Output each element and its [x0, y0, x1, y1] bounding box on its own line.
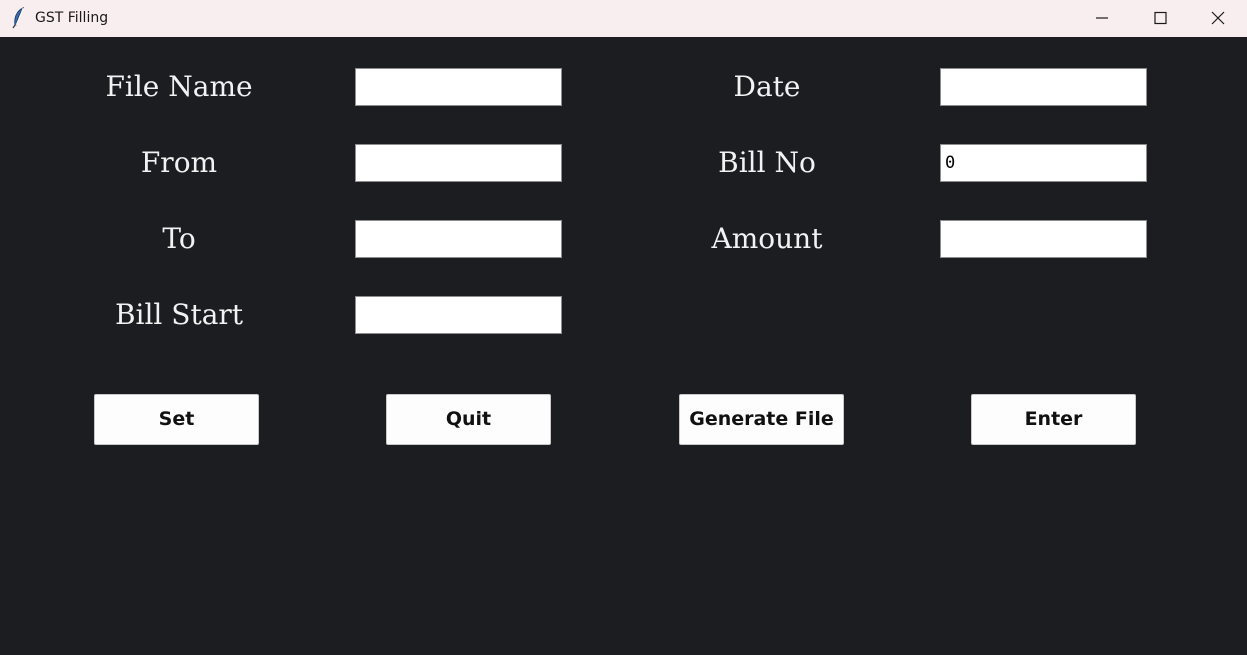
- minimize-icon: [1096, 17, 1108, 19]
- form-area: File Name From To Bill Start Date Bill N…: [0, 37, 1247, 655]
- bill-no-input[interactable]: 0: [940, 144, 1147, 182]
- maximize-button[interactable]: [1132, 0, 1188, 37]
- file-name-input[interactable]: [355, 68, 562, 106]
- close-icon: [1211, 11, 1225, 25]
- date-input[interactable]: [940, 68, 1147, 106]
- window-title: GST Filling: [35, 10, 109, 26]
- amount-input[interactable]: [940, 220, 1147, 258]
- maximize-icon: [1154, 11, 1167, 25]
- enter-button[interactable]: Enter: [971, 394, 1136, 445]
- close-button[interactable]: [1190, 0, 1246, 37]
- generate-file-button[interactable]: Generate File: [679, 394, 844, 445]
- quit-button[interactable]: Quit: [386, 394, 551, 445]
- set-button[interactable]: Set: [94, 394, 259, 445]
- minimize-button[interactable]: [1074, 0, 1130, 37]
- to-input[interactable]: [355, 220, 562, 258]
- amount-label: Amount: [711, 222, 823, 255]
- bill-start-input[interactable]: [355, 296, 562, 334]
- file-name-label: File Name: [105, 70, 253, 103]
- to-label: To: [162, 222, 196, 255]
- title-bar: GST Filling: [0, 0, 1247, 37]
- bill-no-label: Bill No: [718, 146, 816, 179]
- from-input[interactable]: [355, 144, 562, 182]
- bill-start-label: Bill Start: [114, 298, 244, 331]
- from-label: From: [140, 146, 218, 179]
- date-label: Date: [733, 70, 801, 103]
- feather-icon: [11, 6, 27, 29]
